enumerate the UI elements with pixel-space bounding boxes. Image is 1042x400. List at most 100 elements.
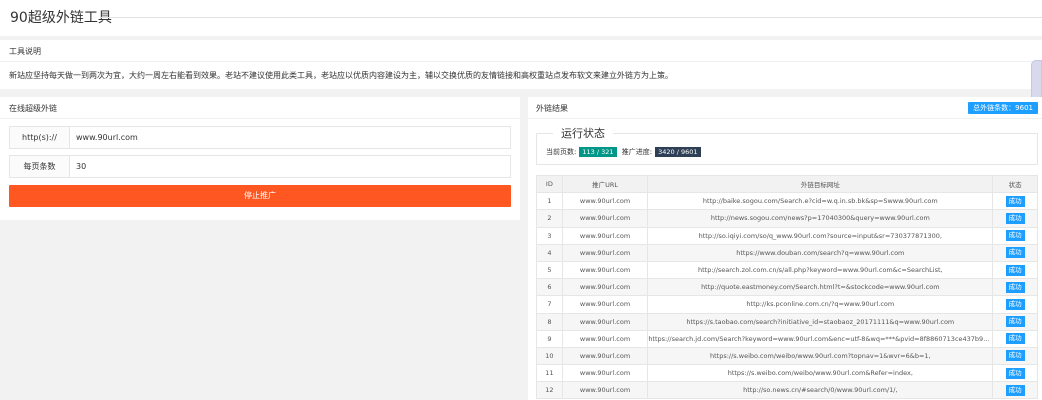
status-badge: 成功 <box>1005 281 1025 293</box>
table-row: 7 www.90url.com http://ks.pconline.com.cn/… <box>536 295 1038 314</box>
per-page-input[interactable]: 30 <box>76 156 86 177</box>
row-url-cell: www.90url.com <box>561 329 649 348</box>
page-title: 90超级外链工具 <box>10 10 112 26</box>
row-status-cell: 成功 <box>992 312 1038 331</box>
row-target-cell: http://baike.sogou.com/Search.e?cid=w.q.… <box>647 192 994 211</box>
table-row: 3 www.90url.com http://so.iqiyi.com/so/q_w… <box>536 226 1038 245</box>
status-badge: 成功 <box>1005 264 1025 276</box>
column-header-status: 状态 <box>992 174 1038 194</box>
row-target-cell: http://ks.pconline.com.cn/?q=www.90url.c… <box>647 295 994 314</box>
row-url-cell: www.90url.com <box>561 243 649 262</box>
status-badge: 成功 <box>1005 333 1025 345</box>
url-label: http(s):// <box>10 127 70 148</box>
row-id-cell: 4 <box>536 243 563 262</box>
progress-label: 推广进度: <box>621 148 653 156</box>
row-id-cell: 12 <box>536 381 563 400</box>
row-target-cell: http://news.sogou.com/news?p=17040300&qu… <box>647 209 994 228</box>
row-status-cell: 成功 <box>992 329 1038 348</box>
row-status-cell: 成功 <box>992 278 1038 297</box>
table-row: 1 www.90url.com http://baike.sogou.com/Sea… <box>536 192 1038 211</box>
status-badge: 成功 <box>1005 212 1025 224</box>
row-target-cell: https://search.jd.com/Search?keyword=www… <box>647 329 994 348</box>
url-input[interactable]: www.90url.com <box>76 127 138 148</box>
status-fieldset: 运行状态 当前页数: 113 / 321 推广进度: 3420 / 9601 <box>536 125 1038 165</box>
row-id-cell: 5 <box>536 260 563 280</box>
row-url-cell: www.90url.com <box>561 312 649 331</box>
table-row: 9 www.90url.com https://search.jd.com/Sear… <box>536 329 1038 348</box>
table-row: 10 www.90url.com https://s.weibo.com/weibo… <box>536 346 1038 366</box>
row-status-cell: 成功 <box>992 243 1038 262</box>
title-divider <box>100 17 1042 18</box>
row-id-cell: 11 <box>536 364 563 383</box>
table-row: 11 www.90url.com https://s.weibo.com/weibo… <box>536 364 1038 383</box>
intro-card: 工具说明 新站应坚持每天做一到两次为宜，大约一周左右能看到效果。老站不建议使用此… <box>0 40 1042 89</box>
row-url-cell: www.90url.com <box>561 192 649 211</box>
status-legend: 运行状态 <box>553 125 613 141</box>
progress-line: 当前页数: 113 / 321 推广进度: 3420 / 9601 <box>546 147 704 157</box>
row-status-cell: 成功 <box>992 226 1038 245</box>
column-header-url: 推广URL <box>561 174 649 194</box>
row-url-cell: www.90url.com <box>561 278 649 297</box>
row-url-cell: www.90url.com <box>561 209 649 228</box>
row-target-cell: http://so.iqiyi.com/so/q_www.90url.com?s… <box>647 226 994 245</box>
row-url-cell: www.90url.com <box>561 346 649 366</box>
row-id-cell: 9 <box>536 329 563 348</box>
row-target-cell: https://www.douban.com/search?q=www.90ur… <box>647 243 994 262</box>
row-url-cell: www.90url.com <box>561 226 649 245</box>
row-url-cell: www.90url.com <box>561 260 649 280</box>
row-status-cell: 成功 <box>992 192 1038 211</box>
row-url-cell: www.90url.com <box>561 295 649 314</box>
results-heading: 外链结果 <box>528 97 1042 119</box>
pages-badge: 113 / 321 <box>579 147 617 157</box>
table-row: 8 www.90url.com https://s.taobao.com/searc… <box>536 312 1038 331</box>
row-url-cell: www.90url.com <box>561 364 649 383</box>
table-row: 12 www.90url.com http://so.news.cn/#search… <box>536 381 1038 400</box>
intro-text: 新站应坚持每天做一到两次为宜，大约一周左右能看到效果。老站不建议使用此类工具，老… <box>9 71 673 80</box>
row-id-cell: 1 <box>536 192 563 211</box>
results-card: 外链结果 总外链条数：9601 运行状态 当前页数: 113 / 321 推广进度… <box>528 97 1042 400</box>
page-header: 90超级外链工具 <box>0 0 1042 36</box>
status-badge: 成功 <box>1005 247 1025 259</box>
row-target-cell: http://quote.eastmoney.com/Search.html?t… <box>647 278 994 297</box>
status-badge: 成功 <box>1005 316 1025 328</box>
status-badge: 成功 <box>1005 350 1025 362</box>
table-row: 5 www.90url.com http://search.zol.com.cn/s… <box>536 260 1038 280</box>
stop-button[interactable]: 停止推广 <box>9 185 511 207</box>
row-status-cell: 成功 <box>992 209 1038 228</box>
row-status-cell: 成功 <box>992 295 1038 314</box>
side-scroll-handle[interactable] <box>1031 60 1042 102</box>
row-target-cell: http://so.news.cn/#search/0/www.90url.co… <box>647 381 994 400</box>
row-id-cell: 10 <box>536 346 563 366</box>
link-form-card: 在线超级外链 http(s):// www.90url.com 每页条数 30 … <box>0 97 520 220</box>
url-field[interactable]: http(s):// www.90url.com <box>9 126 511 149</box>
row-status-cell: 成功 <box>992 346 1038 366</box>
total-count-badge: 总外链条数：9601 <box>968 102 1038 114</box>
row-id-cell: 6 <box>536 278 563 297</box>
status-badge: 成功 <box>1005 230 1025 242</box>
results-table: ID 推广URL 外链目标网址 状态 1 www.90url.com http://… <box>536 174 1038 400</box>
status-badge: 成功 <box>1005 367 1025 379</box>
table-row: 4 www.90url.com https://www.douban.com/sea… <box>536 243 1038 262</box>
row-url-cell: www.90url.com <box>561 381 649 400</box>
row-id-cell: 7 <box>536 295 563 314</box>
pages-label: 当前页数: <box>546 148 577 156</box>
column-header-id: ID <box>536 174 563 194</box>
table-row: 2 www.90url.com http://news.sogou.com/news… <box>536 209 1038 228</box>
intro-heading: 工具说明 <box>0 40 1042 62</box>
table-row: 6 www.90url.com http://quote.eastmoney.com… <box>536 278 1038 297</box>
per-page-label: 每页条数 <box>10 156 70 177</box>
progress-badge: 3420 / 9601 <box>655 147 701 157</box>
row-status-cell: 成功 <box>992 364 1038 383</box>
row-status-cell: 成功 <box>992 260 1038 280</box>
status-badge: 成功 <box>1005 384 1025 396</box>
per-page-field[interactable]: 每页条数 30 <box>9 155 511 178</box>
form-heading: 在线超级外链 <box>0 97 520 119</box>
column-header-target: 外链目标网址 <box>647 174 994 194</box>
row-target-cell: https://s.weibo.com/weibo/www.90url.com&… <box>647 364 994 383</box>
status-badge: 成功 <box>1005 195 1025 207</box>
table-header-row: ID 推广URL 外链目标网址 状态 <box>536 174 1038 194</box>
row-id-cell: 3 <box>536 226 563 245</box>
status-badge: 成功 <box>1005 298 1025 310</box>
row-id-cell: 8 <box>536 312 563 331</box>
row-target-cell: http://search.zol.com.cn/s/all.php?keywo… <box>647 260 994 280</box>
